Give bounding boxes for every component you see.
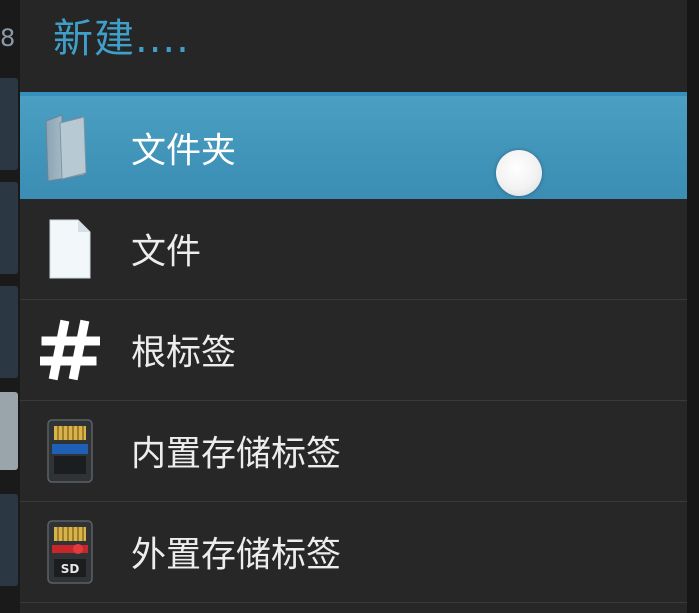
background-tile	[0, 286, 18, 378]
folder-icon	[40, 113, 100, 183]
menu-item-label: 文件夹	[131, 131, 237, 171]
background-tile	[0, 182, 18, 274]
menu-item-label: 内置存储标签	[131, 434, 342, 475]
svg-text:SD: SD	[61, 562, 80, 576]
touch-indicator	[496, 150, 542, 196]
sd-card-icon: SD	[40, 517, 100, 587]
hash-icon	[37, 315, 101, 385]
dialog-title: 新建....	[53, 16, 190, 62]
menu-item-label: 外置存储标签	[131, 535, 342, 576]
menu-item-folder[interactable]: 文件夹	[20, 96, 687, 199]
background-right-edge	[687, 0, 699, 613]
background-tile	[0, 392, 18, 470]
menu-item-label: 根标签	[131, 333, 237, 374]
internal-storage-icon	[40, 416, 100, 486]
file-icon	[40, 214, 100, 284]
menu-item-internal-storage-tag[interactable]: 内置存储标签	[20, 401, 687, 502]
new-item-dialog: 新建.... 文件夹 文件 根标签 内置存储标签 SD 外置存储标签	[20, 0, 687, 613]
menu-item-external-storage-tag[interactable]: SD 外置存储标签	[20, 502, 687, 603]
background-list-edge: 8	[0, 0, 20, 613]
background-tab-digit: 8	[0, 24, 16, 52]
background-tile	[0, 78, 18, 170]
background-tile	[0, 494, 18, 586]
menu-item-file[interactable]: 文件	[20, 199, 687, 300]
dialog-header: 新建....	[20, 0, 687, 92]
menu-item-root-tag[interactable]: 根标签	[20, 300, 687, 401]
menu-item-label: 文件	[131, 232, 202, 273]
